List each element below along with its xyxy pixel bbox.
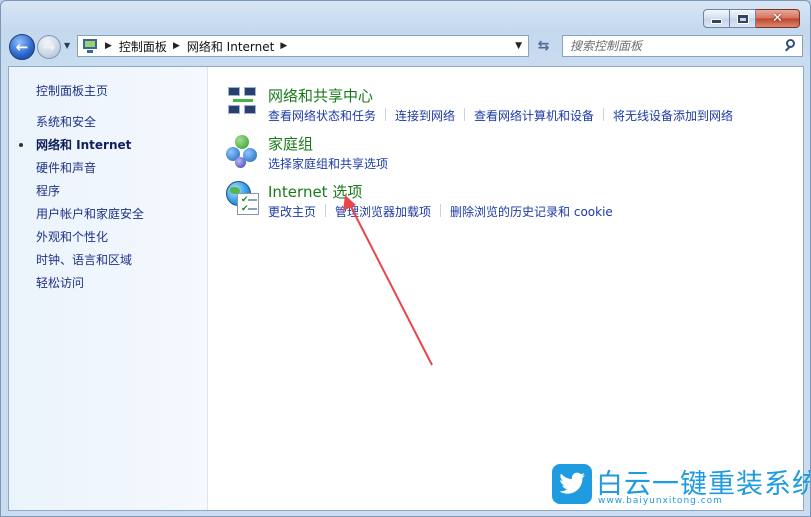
link-divider (464, 108, 466, 121)
sidebar-home-link[interactable]: 控制面板主页 (36, 82, 108, 99)
close-button[interactable]: ✕ (756, 9, 800, 28)
search-icon[interactable] (782, 36, 802, 56)
search-input[interactable] (563, 37, 782, 55)
internet-options-links: 更改主页 管理浏览器加载项 删除浏览的历史记录和 cookie (268, 203, 613, 220)
breadcrumb-network-internet[interactable]: 网络和 Internet (187, 38, 274, 55)
breadcrumb-separator-icon[interactable]: ▶ (105, 41, 112, 51)
maximize-icon (737, 14, 748, 23)
breadcrumb-separator-icon[interactable]: ▶ (173, 41, 180, 51)
navigation-bar: ← → ▼ ▶ 控制面板 ▶ 网络和 Internet ▶ ▼ ⇆ (1, 32, 810, 62)
internet-options-icon[interactable]: ✔ ✔ (225, 181, 261, 217)
sidebar-item-label: 网络和 Internet (36, 138, 132, 152)
address-bar[interactable]: ▶ 控制面板 ▶ 网络和 Internet ▶ ▼ (77, 35, 529, 57)
active-bullet-icon (19, 143, 23, 147)
link-divider (440, 204, 442, 217)
homegroup-sharing-options-link[interactable]: 选择家庭组和共享选项 (268, 155, 388, 172)
view-network-computers-link[interactable]: 查看网络计算机和设备 (474, 107, 594, 124)
link-divider (325, 204, 327, 217)
change-homepage-link[interactable]: 更改主页 (268, 203, 316, 220)
link-divider (603, 108, 605, 121)
minimize-button[interactable] (703, 9, 730, 28)
forward-arrow-icon: → (42, 37, 56, 56)
sidebar-item-hardware-sound[interactable]: 硬件和声音 (36, 161, 144, 184)
watermark: 白云一键重装系统 www.baiyunxitong.com (552, 462, 810, 512)
search-box[interactable] (562, 35, 803, 57)
control-panel-window: ✕ ← → ▼ ▶ 控制面板 ▶ 网络和 Internet ▶ ▼ ⇆ 控制面板… (0, 0, 811, 517)
network-sharing-center-link[interactable]: 网络和共享中心 (268, 85, 373, 106)
delete-browsing-history-link[interactable]: 删除浏览的历史记录和 cookie (450, 203, 613, 220)
bird-logo-icon (552, 464, 592, 504)
sidebar-item-clock-language[interactable]: 时钟、语言和区域 (36, 253, 144, 276)
breadcrumb-separator-icon[interactable]: ▶ (280, 41, 287, 51)
homegroup-icon[interactable] (225, 133, 261, 169)
link-divider (385, 108, 387, 121)
address-dropdown-icon[interactable]: ▼ (515, 41, 522, 51)
close-icon: ✕ (772, 11, 783, 26)
sidebar-item-network-internet[interactable]: 网络和 Internet (19, 138, 144, 161)
back-arrow-icon: ← (15, 37, 29, 56)
sidebar: 控制面板主页 系统和安全 网络和 Internet 硬件和声音 程序 用户帐户和… (9, 67, 208, 510)
minimize-icon (712, 20, 721, 23)
content-area: 控制面板主页 系统和安全 网络和 Internet 硬件和声音 程序 用户帐户和… (8, 66, 804, 511)
internet-options-link[interactable]: Internet 选项 (268, 181, 362, 202)
manage-addons-link[interactable]: 管理浏览器加载项 (335, 203, 431, 220)
sidebar-item-system-security[interactable]: 系统和安全 (36, 115, 144, 138)
homegroup-link[interactable]: 家庭组 (268, 133, 313, 154)
back-button[interactable]: ← (9, 34, 35, 60)
network-sharing-icon[interactable] (225, 85, 261, 121)
connect-to-network-link[interactable]: 连接到网络 (395, 107, 455, 124)
refresh-button[interactable]: ⇆ (531, 35, 556, 57)
sidebar-item-user-accounts[interactable]: 用户帐户和家庭安全 (36, 207, 144, 230)
forward-button[interactable]: → (37, 35, 61, 59)
network-sharing-links: 查看网络状态和任务 连接到网络 查看网络计算机和设备 将无线设备添加到网络 (268, 107, 733, 124)
homegroup-links: 选择家庭组和共享选项 (268, 155, 388, 172)
watermark-url: www.baiyunxitong.com (598, 496, 723, 506)
main-panel: 网络和共享中心 查看网络状态和任务 连接到网络 查看网络计算机和设备 将无线设备… (208, 67, 804, 510)
recent-pages-dropdown[interactable]: ▼ (64, 41, 70, 50)
sidebar-item-appearance[interactable]: 外观和个性化 (36, 230, 144, 253)
maximize-button[interactable] (730, 9, 756, 28)
view-network-status-link[interactable]: 查看网络状态和任务 (268, 107, 376, 124)
control-panel-icon (81, 38, 99, 54)
sidebar-item-programs[interactable]: 程序 (36, 184, 144, 207)
add-wireless-device-link[interactable]: 将无线设备添加到网络 (613, 107, 733, 124)
sidebar-list: 系统和安全 网络和 Internet 硬件和声音 程序 用户帐户和家庭安全 外观… (19, 115, 144, 299)
sidebar-item-ease-of-access[interactable]: 轻松访问 (36, 276, 144, 299)
breadcrumb-control-panel[interactable]: 控制面板 (119, 38, 167, 55)
refresh-icon: ⇆ (537, 38, 550, 54)
caption-buttons: ✕ (703, 9, 800, 28)
